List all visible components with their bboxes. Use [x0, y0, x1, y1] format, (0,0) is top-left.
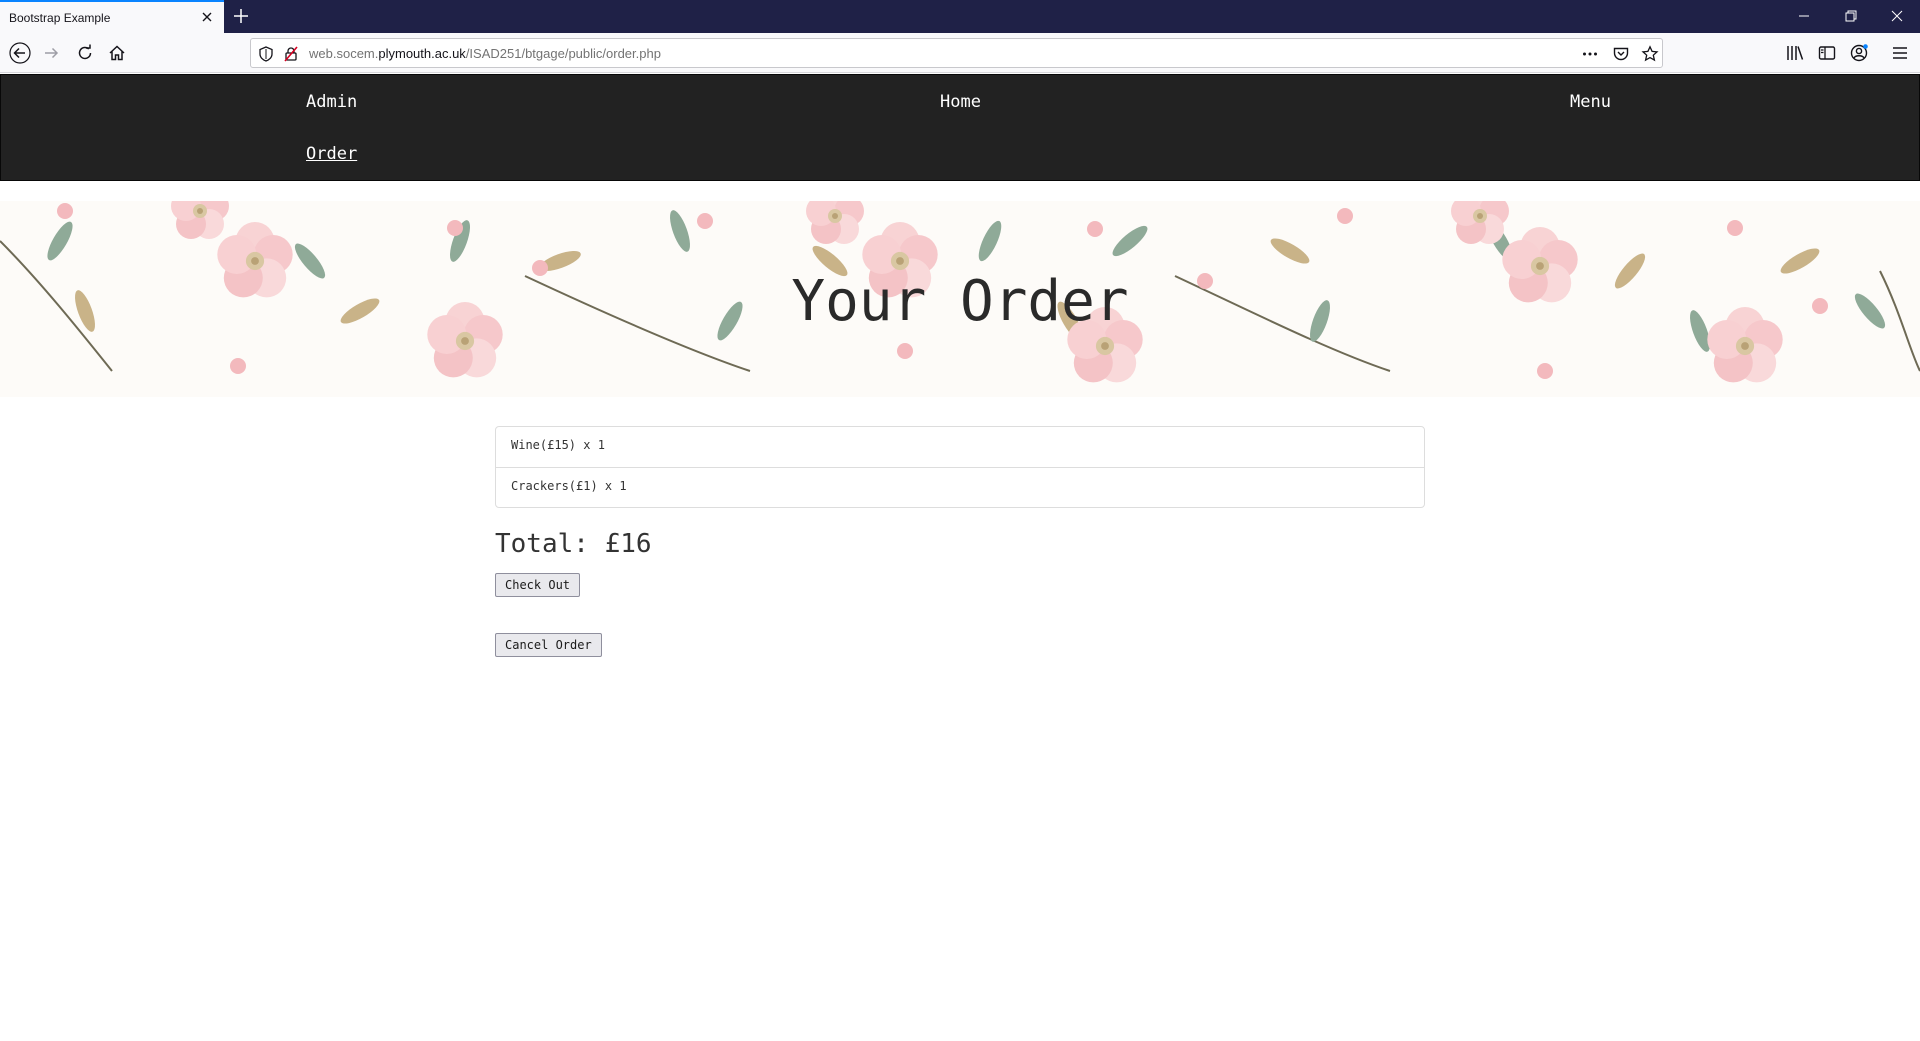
- page-title: Your Order: [791, 269, 1129, 334]
- close-tab-icon[interactable]: [199, 9, 215, 25]
- menu-icon[interactable]: [1890, 43, 1910, 63]
- nav-link-menu[interactable]: Menu: [1570, 92, 1611, 112]
- shield-icon[interactable]: [257, 45, 275, 63]
- url-text[interactable]: web.socem.plymouth.ac.uk/ISAD251/btgage/…: [309, 46, 661, 61]
- restore-icon[interactable]: [1842, 7, 1860, 25]
- pocket-icon[interactable]: [1612, 45, 1630, 63]
- list-item: Crackers(£1) x 1: [496, 467, 1424, 507]
- account-icon[interactable]: [1849, 43, 1869, 63]
- url-bar[interactable]: web.socem.plymouth.ac.uk/ISAD251/btgage/…: [250, 38, 1663, 68]
- bookmark-star-icon[interactable]: [1641, 45, 1659, 63]
- order-items-list: Wine(£15) x 1 Crackers(£1) x 1: [495, 426, 1425, 508]
- nav-link-home[interactable]: Home: [940, 92, 981, 112]
- list-item: Wine(£15) x 1: [511, 438, 605, 452]
- reload-icon[interactable]: [75, 43, 95, 63]
- close-window-icon[interactable]: [1888, 7, 1906, 25]
- more-icon[interactable]: [1581, 45, 1599, 63]
- site-navbar: Admin Home Menu Order: [0, 74, 1920, 181]
- hero-banner: Your Order: [0, 201, 1920, 397]
- check-out-button[interactable]: Check Out: [495, 573, 581, 597]
- home-icon[interactable]: [107, 43, 127, 63]
- sidebar-icon[interactable]: [1817, 43, 1837, 63]
- new-tab-icon[interactable]: [232, 7, 250, 25]
- browser-toolbar: web.socem.plymouth.ac.uk/ISAD251/btgage/…: [0, 33, 1920, 73]
- browser-tab-active[interactable]: Bootstrap Example: [0, 0, 224, 33]
- library-icon[interactable]: [1785, 43, 1805, 63]
- insecure-lock-icon[interactable]: [282, 45, 300, 63]
- forward-icon[interactable]: [42, 43, 62, 63]
- nav-link-order[interactable]: Order: [306, 144, 357, 164]
- nav-link-admin[interactable]: Admin: [306, 92, 357, 112]
- minimize-icon[interactable]: [1795, 7, 1813, 25]
- tab-title: Bootstrap Example: [9, 11, 111, 25]
- order-total: Total: £16: [495, 529, 652, 559]
- browser-tab-strip: Bootstrap Example: [0, 0, 1920, 33]
- web-page: Admin Home Menu Order Your Order Wine(£1…: [0, 74, 1920, 1041]
- back-icon[interactable]: [9, 42, 31, 64]
- cancel-order-button[interactable]: Cancel Order: [495, 633, 602, 657]
